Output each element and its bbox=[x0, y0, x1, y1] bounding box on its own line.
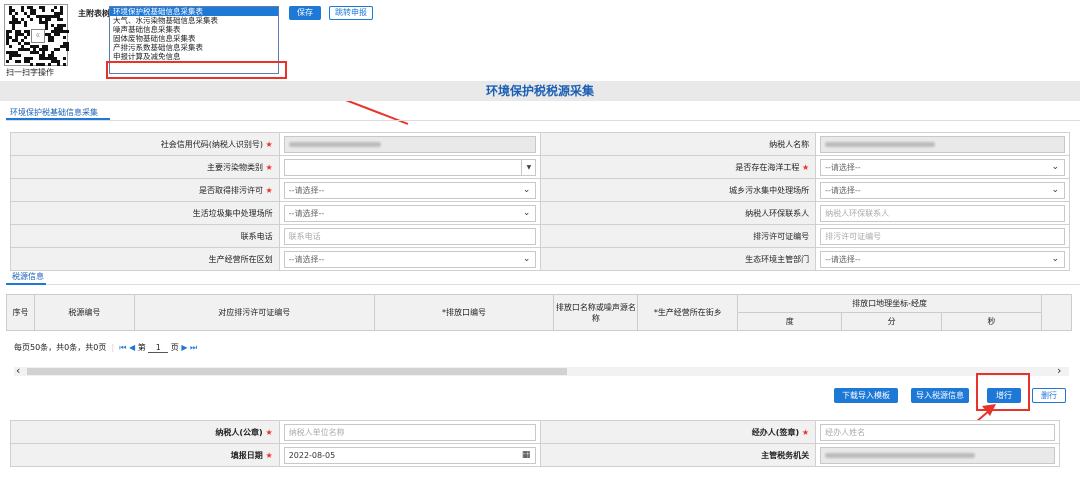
page-input[interactable]: 1 bbox=[148, 343, 169, 353]
chevron-down-icon: ⌄ bbox=[522, 253, 531, 264]
field-label: 城乡污水集中处理场所 bbox=[540, 178, 817, 202]
col-street: *生产经营所在街乡 bbox=[637, 294, 739, 331]
district-select[interactable]: --请选择-- ⌄ bbox=[283, 250, 537, 268]
tab-underline bbox=[6, 118, 110, 120]
tab-divider bbox=[6, 120, 1080, 121]
field-label: 生产经营所在区划 bbox=[10, 247, 280, 271]
field-label: 填报日期 ★ bbox=[10, 443, 280, 467]
field-label: 纳税人名称 bbox=[540, 132, 817, 156]
field-label: 生态环境主管部门 bbox=[540, 247, 817, 271]
chevron-down-icon: ⌄ bbox=[1051, 184, 1059, 195]
chevron-down-icon: ⌄ bbox=[522, 184, 531, 195]
dropdown-icon: ▼ bbox=[521, 159, 535, 175]
col-permit: 对应排污许可证编号 bbox=[133, 294, 375, 331]
first-page-icon[interactable]: ⏮ bbox=[119, 343, 126, 352]
tab-basic-info[interactable]: 环境保护税基础信息采集 bbox=[10, 107, 98, 118]
scrollbar-thumb[interactable] bbox=[27, 368, 567, 375]
sewage-select[interactable]: --请选择-- ⌄ bbox=[820, 181, 1065, 199]
signature-form: 纳税人(公章) ★ 纳税人单位名称 经办人(签章) ★ 经办人姓名 填报日期 ★… bbox=[10, 420, 1060, 467]
page-title: 环境保护税税源采集 bbox=[485, 84, 594, 98]
eco-dept-select[interactable]: --请选择-- ⌄ bbox=[820, 250, 1065, 268]
garbage-select[interactable]: --请选择-- ⌄ bbox=[283, 204, 537, 222]
tax-authority-field bbox=[820, 446, 1055, 464]
field-label: 生活垃圾集中处理场所 bbox=[10, 201, 280, 225]
prev-page-icon[interactable]: ◀ bbox=[129, 343, 135, 352]
permit-no-input[interactable]: 排污许可证编号 bbox=[820, 227, 1065, 245]
basic-info-form: 社会信用代码(纳税人识别号) ★ 纳税人名称 主要污染物类别 ★ ▼ 是否存在海… bbox=[10, 132, 1070, 271]
col-outlet: *排放口编号 bbox=[373, 294, 555, 331]
phone-input[interactable]: 联系电话 bbox=[283, 227, 537, 245]
tab-underline bbox=[6, 283, 46, 285]
page-unit: 页 bbox=[170, 343, 179, 352]
delete-row-button[interactable]: 删行 bbox=[1032, 388, 1066, 403]
page-label: 第 bbox=[137, 343, 146, 352]
col-outlet-name: 排放口名称或噪声源名称 bbox=[553, 294, 639, 331]
col-seq: 序号 bbox=[6, 294, 35, 331]
col-geo: 排放口地理坐标-经度 bbox=[737, 294, 1042, 313]
field-label: 社会信用代码(纳税人识别号) ★ bbox=[10, 132, 280, 156]
field-label: 主管税务机关 bbox=[540, 443, 817, 467]
field-label: 纳税人(公章) ★ bbox=[10, 420, 280, 444]
chevron-down-icon: ⌄ bbox=[1051, 253, 1059, 264]
credit-code-field bbox=[283, 135, 537, 153]
col-code: 税源编号 bbox=[33, 294, 135, 331]
scroll-right-icon[interactable]: › bbox=[1057, 364, 1061, 377]
chevron-down-icon: ⌄ bbox=[522, 207, 531, 218]
highlight-box bbox=[976, 373, 1030, 411]
field-label: 经办人(签章) ★ bbox=[540, 420, 817, 444]
download-template-button[interactable]: 下载导入模板 bbox=[834, 388, 898, 403]
calendar-icon: ▦ bbox=[521, 449, 531, 460]
date-input[interactable]: 2022-08-05 ▦ bbox=[283, 446, 537, 464]
chevron-down-icon: ⌄ bbox=[1051, 161, 1059, 172]
contact-input[interactable]: 纳税人环保联系人 bbox=[820, 204, 1065, 222]
field-label: 是否存在海洋工程 ★ bbox=[540, 155, 817, 179]
scroll-left-icon[interactable]: ‹ bbox=[16, 364, 20, 377]
col-min: 分 bbox=[841, 312, 943, 331]
col-extra bbox=[1040, 294, 1073, 331]
agent-input[interactable]: 经办人姓名 bbox=[820, 423, 1055, 441]
field-label: 联系电话 bbox=[10, 224, 280, 248]
field-label: 是否取得排污许可 ★ bbox=[10, 178, 280, 202]
field-label: 主要污染物类别 ★ bbox=[10, 155, 280, 179]
field-label: 排污许可证编号 bbox=[540, 224, 817, 248]
col-sec: 秒 bbox=[941, 312, 1042, 331]
pager: 每页50条，共0条，共0页 | ⏮ ◀ 第 1 页 ▶ ⏭ bbox=[14, 343, 198, 353]
tab-divider bbox=[6, 284, 1080, 285]
permit-select[interactable]: --请选择-- ⌄ bbox=[283, 181, 537, 199]
col-deg: 度 bbox=[737, 312, 843, 331]
field-label: 纳税人环保联系人 bbox=[540, 201, 817, 225]
taxpayer-name-field bbox=[820, 135, 1065, 153]
ocean-select[interactable]: --请选择-- ⌄ bbox=[820, 158, 1065, 176]
next-page-icon[interactable]: ▶ bbox=[181, 343, 187, 352]
pollutant-select[interactable]: ▼ bbox=[283, 158, 537, 176]
tax-source-table: 序号 税源编号 对应排污许可证编号 *排放口编号 排放口名称或噪声源名称 *生产… bbox=[6, 294, 1073, 331]
taxpayer-seal-input[interactable]: 纳税人单位名称 bbox=[283, 423, 537, 441]
pager-summary: 每页50条，共0条，共0页 bbox=[14, 343, 107, 352]
import-source-button[interactable]: 导入税源信息 bbox=[911, 388, 969, 403]
last-page-icon[interactable]: ⏭ bbox=[190, 343, 197, 352]
tab-tax-source[interactable]: 税源信息 bbox=[12, 271, 44, 282]
